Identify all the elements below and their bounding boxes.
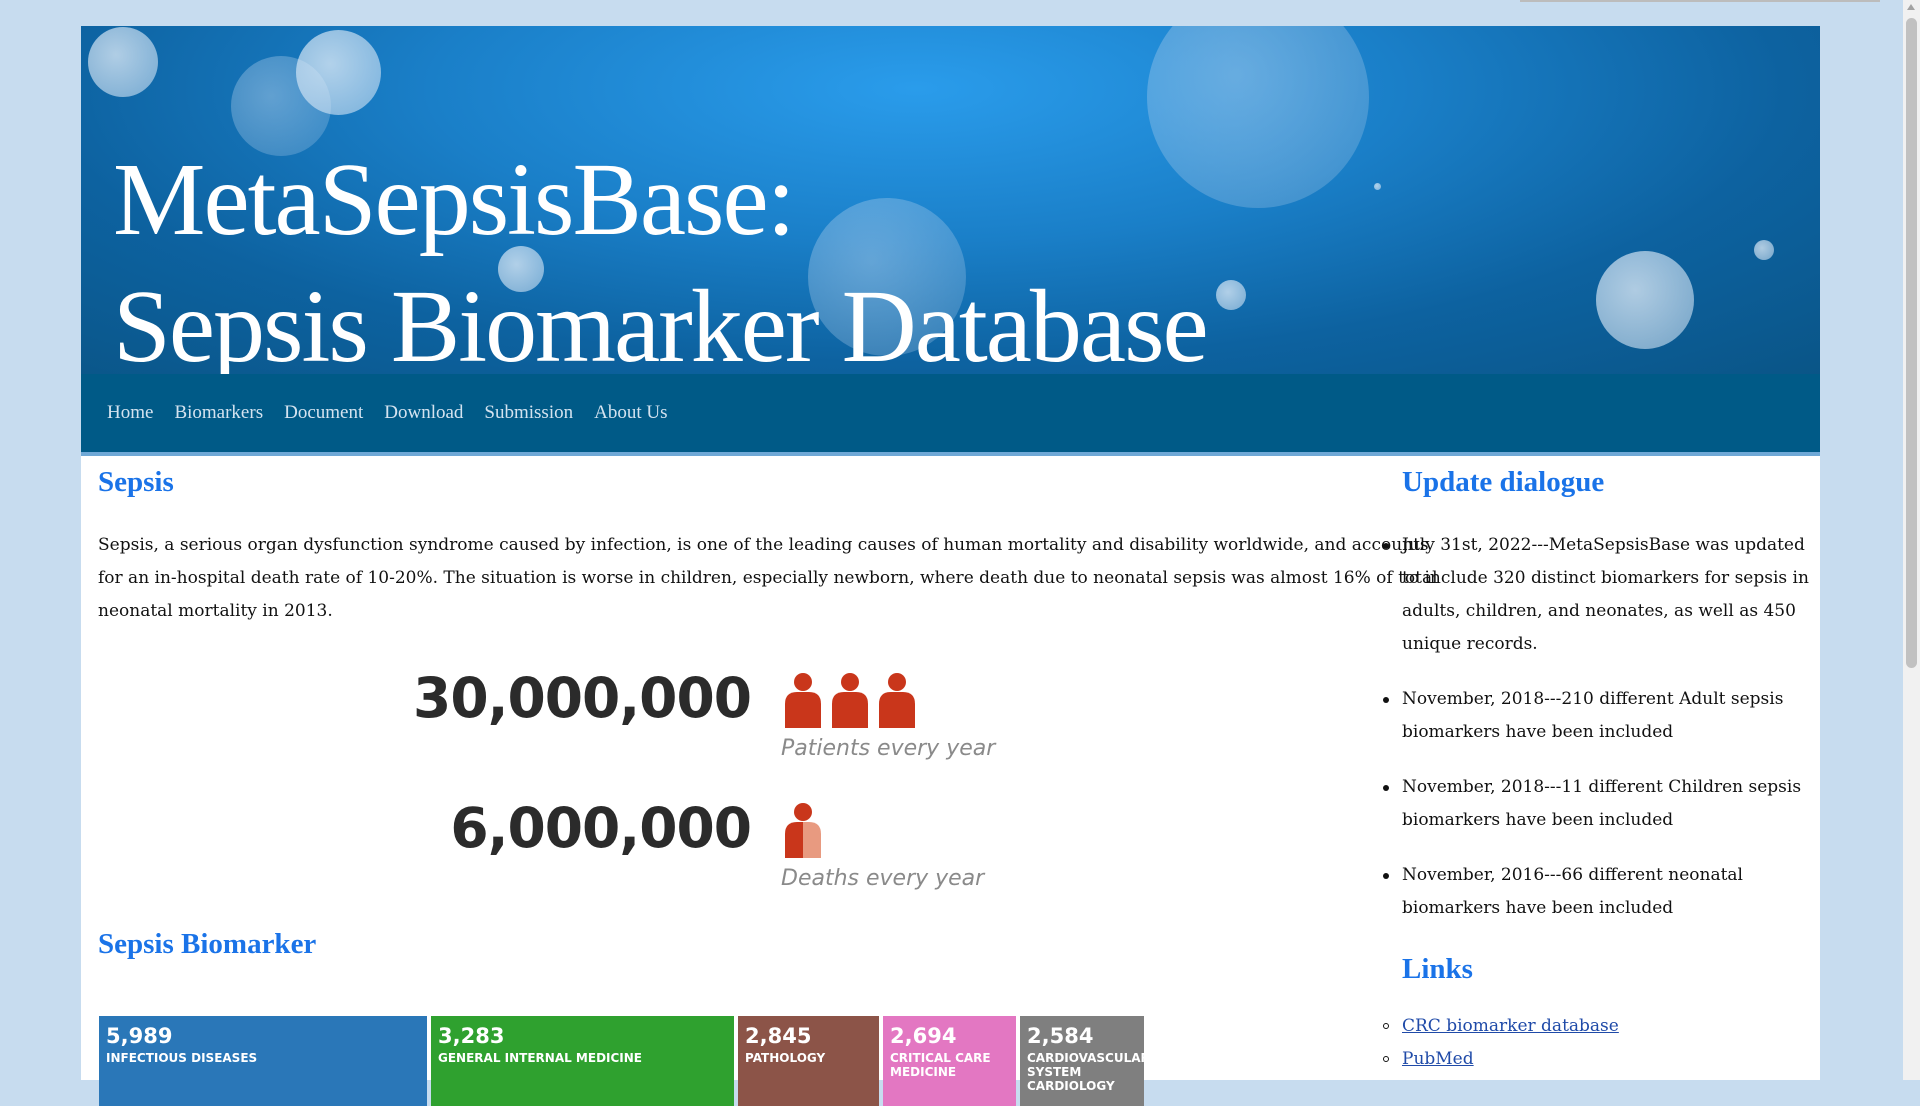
nav-submission[interactable]: Submission [484, 374, 573, 452]
sidebar: Update dialogue July 31st, 2022---MetaSe… [1383, 466, 1822, 1076]
stat-deaths-value: 6,000,000 [450, 796, 752, 860]
update-item: November, 2018---11 different Children s… [1383, 771, 1822, 837]
link-crc-biomarker-database[interactable]: CRC biomarker database [1402, 1016, 1619, 1036]
treemap-tile-value: 5,989 [106, 1024, 173, 1048]
links-heading: Links [1402, 953, 1473, 985]
sepsis-heading: Sepsis [98, 466, 174, 498]
stat-deaths: 6,000,000 Deaths every year [450, 796, 1061, 906]
update-dialogue-heading: Update dialogue [1402, 466, 1605, 498]
top-shadow [1520, 0, 1880, 2]
link-item: PubMed [1383, 1043, 1822, 1076]
half-person-icon [781, 802, 828, 858]
stat-deaths-caption: Deaths every year [781, 866, 985, 891]
treemap-tile-value: 2,694 [890, 1024, 957, 1048]
nav-home[interactable]: Home [107, 374, 153, 452]
treemap-tile[interactable]: 2,584 CARDIOVASCULAR SYSTEM CARDIOLOGY [1020, 1016, 1150, 1106]
treemap-tile-label: PATHOLOGY [745, 1051, 826, 1065]
links-list: CRC biomarker database PubMed [1383, 1010, 1822, 1076]
bubble-decoration [1754, 240, 1774, 260]
person-icon [879, 673, 915, 728]
treemap-tile-label: CRITICAL CARE MEDICINE [890, 1051, 991, 1079]
site-title-line1: MetaSepsisBase: [113, 142, 796, 257]
person-icon [832, 673, 868, 728]
person-icon [785, 803, 821, 858]
bubble-decoration [1216, 280, 1246, 310]
treemap-tile-label: CARDIOVASCULAR SYSTEM CARDIOLOGY [1027, 1051, 1150, 1093]
nav-download[interactable]: Download [384, 374, 463, 452]
treemap-tile-value: 2,845 [745, 1024, 812, 1048]
treemap-tile[interactable]: 2,845 PATHOLOGY [738, 1016, 879, 1106]
treemap-tile[interactable]: 5,989 INFECTIOUS DISEASES [99, 1016, 427, 1106]
stat-patients-caption: Patients every year [781, 736, 996, 761]
update-item: July 31st, 2022---MetaSepsisBase was upd… [1383, 529, 1822, 661]
page-container: MetaSepsisBase: Sepsis Biomarker Databas… [81, 26, 1822, 1106]
update-list: July 31st, 2022---MetaSepsisBase was upd… [1383, 529, 1822, 925]
update-item: November, 2016---66 different neonatal b… [1383, 859, 1822, 925]
treemap-tile-value: 3,283 [438, 1024, 505, 1048]
treemap-tile-label: INFECTIOUS DISEASES [106, 1051, 258, 1065]
main-content: Sepsis Sepsis, a serious organ dysfuncti… [98, 466, 1453, 628]
bubble-decoration [1596, 251, 1694, 349]
vertical-scrollbar[interactable] [1903, 0, 1920, 1080]
main-navbar: Home Biomarkers Document Download Submis… [81, 374, 1820, 456]
bubble-decoration [88, 27, 158, 97]
treemap-tile-label: GENERAL INTERNAL MEDICINE [438, 1051, 642, 1065]
biomarker-treemap: 5,989 INFECTIOUS DISEASES 3,283 GENERAL … [99, 1016, 1150, 1106]
sepsis-biomarker-heading: Sepsis Biomarker [98, 928, 317, 960]
nav-document[interactable]: Document [284, 374, 363, 452]
link-item: CRC biomarker database [1383, 1010, 1822, 1043]
scroll-up-arrow-icon[interactable] [1907, 4, 1915, 10]
bubble-decoration [1374, 183, 1381, 190]
stat-patients: 30,000,000 Patients every year [413, 666, 1061, 776]
person-icon [785, 673, 821, 728]
treemap-tile-value: 2,584 [1027, 1024, 1094, 1048]
link-pubmed[interactable]: PubMed [1402, 1049, 1474, 1069]
site-title-line2: Sepsis Biomarker Database [113, 269, 1209, 374]
three-people-icon [781, 672, 922, 728]
treemap-tile[interactable]: 2,694 CRITICAL CARE MEDICINE [883, 1016, 1016, 1106]
update-item: November, 2018---210 different Adult sep… [1383, 683, 1822, 749]
nav-about-us[interactable]: About Us [594, 374, 667, 452]
treemap-tile[interactable]: 3,283 GENERAL INTERNAL MEDICINE [431, 1016, 734, 1106]
nav-biomarkers[interactable]: Biomarkers [174, 374, 263, 452]
stat-patients-value: 30,000,000 [413, 666, 752, 730]
site-title: MetaSepsisBase: Sepsis Biomarker Databas… [113, 136, 1209, 374]
header-banner: MetaSepsisBase: Sepsis Biomarker Databas… [81, 26, 1820, 374]
sepsis-intro-text: Sepsis, a serious organ dysfunction synd… [98, 535, 1438, 621]
bubble-decoration [296, 30, 381, 115]
scrollbar-thumb[interactable] [1906, 18, 1917, 668]
